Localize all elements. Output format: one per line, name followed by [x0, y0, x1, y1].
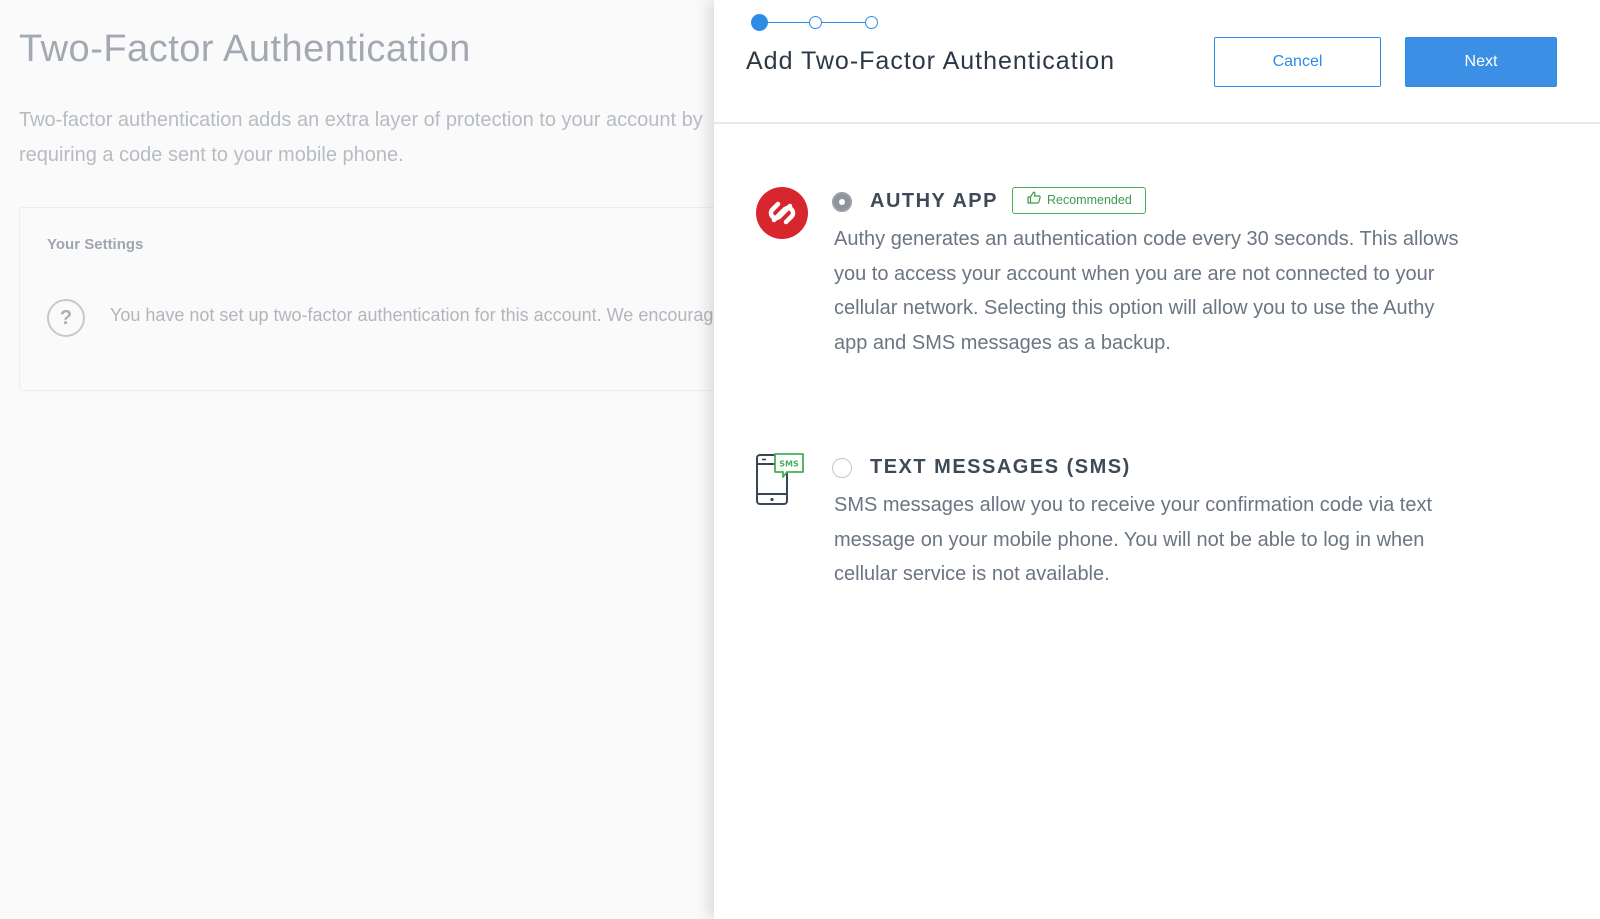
drawer-title: Add Two-Factor Authentication: [746, 47, 1116, 75]
page-title: Two-Factor Authentication: [19, 28, 471, 70]
stepper-connector: [766, 22, 811, 23]
recommended-badge-label: Recommended: [1047, 193, 1132, 207]
add-2fa-drawer: Add Two-Factor Authentication Cancel Nex…: [714, 0, 1600, 919]
settings-card-title: Your Settings: [47, 236, 144, 253]
step-indicator: [751, 14, 881, 32]
sms-icon-label: SMS: [779, 460, 799, 469]
page: Two-Factor Authentication Two-factor aut…: [0, 0, 1600, 919]
background-page: Two-Factor Authentication Two-factor aut…: [0, 0, 740, 919]
thumbs-up-icon: [1027, 188, 1041, 212]
page-description: Two-factor authentication adds an extra …: [19, 109, 703, 166]
drawer-header: Add Two-Factor Authentication Cancel Nex…: [714, 0, 1600, 124]
sms-option-description: SMS messages allow you to receive your c…: [834, 494, 1433, 585]
option-text-messages[interactable]: SMS TEXT MESSAGES (SMS) SMS messages all…: [714, 452, 1600, 602]
step-2-dot: [809, 16, 822, 29]
sms-phone-icon: SMS: [754, 452, 808, 508]
recommended-badge: Recommended: [1012, 187, 1146, 214]
cancel-button[interactable]: Cancel: [1214, 37, 1381, 87]
settings-card-message: You have not set up two-factor authentic…: [110, 305, 740, 325]
authy-option-description: Authy generates an authentication code e…: [834, 228, 1459, 354]
authy-radio[interactable]: [832, 192, 852, 212]
authy-option-label: AUTHY APP: [870, 190, 998, 212]
step-3-dot: [865, 16, 878, 29]
step-1-dot-active: [751, 14, 768, 31]
next-button[interactable]: Next: [1405, 37, 1557, 87]
sms-option-label: TEXT MESSAGES (SMS): [870, 456, 1131, 478]
stepper-connector: [821, 22, 867, 23]
settings-card: Your Settings ? You have not set up two-…: [19, 207, 740, 391]
option-authy-app[interactable]: AUTHY APP Recommended Authy generates an…: [714, 186, 1600, 406]
authy-logo-icon: [756, 187, 808, 239]
question-circle-icon: ?: [47, 299, 85, 337]
sms-radio[interactable]: [832, 458, 852, 478]
